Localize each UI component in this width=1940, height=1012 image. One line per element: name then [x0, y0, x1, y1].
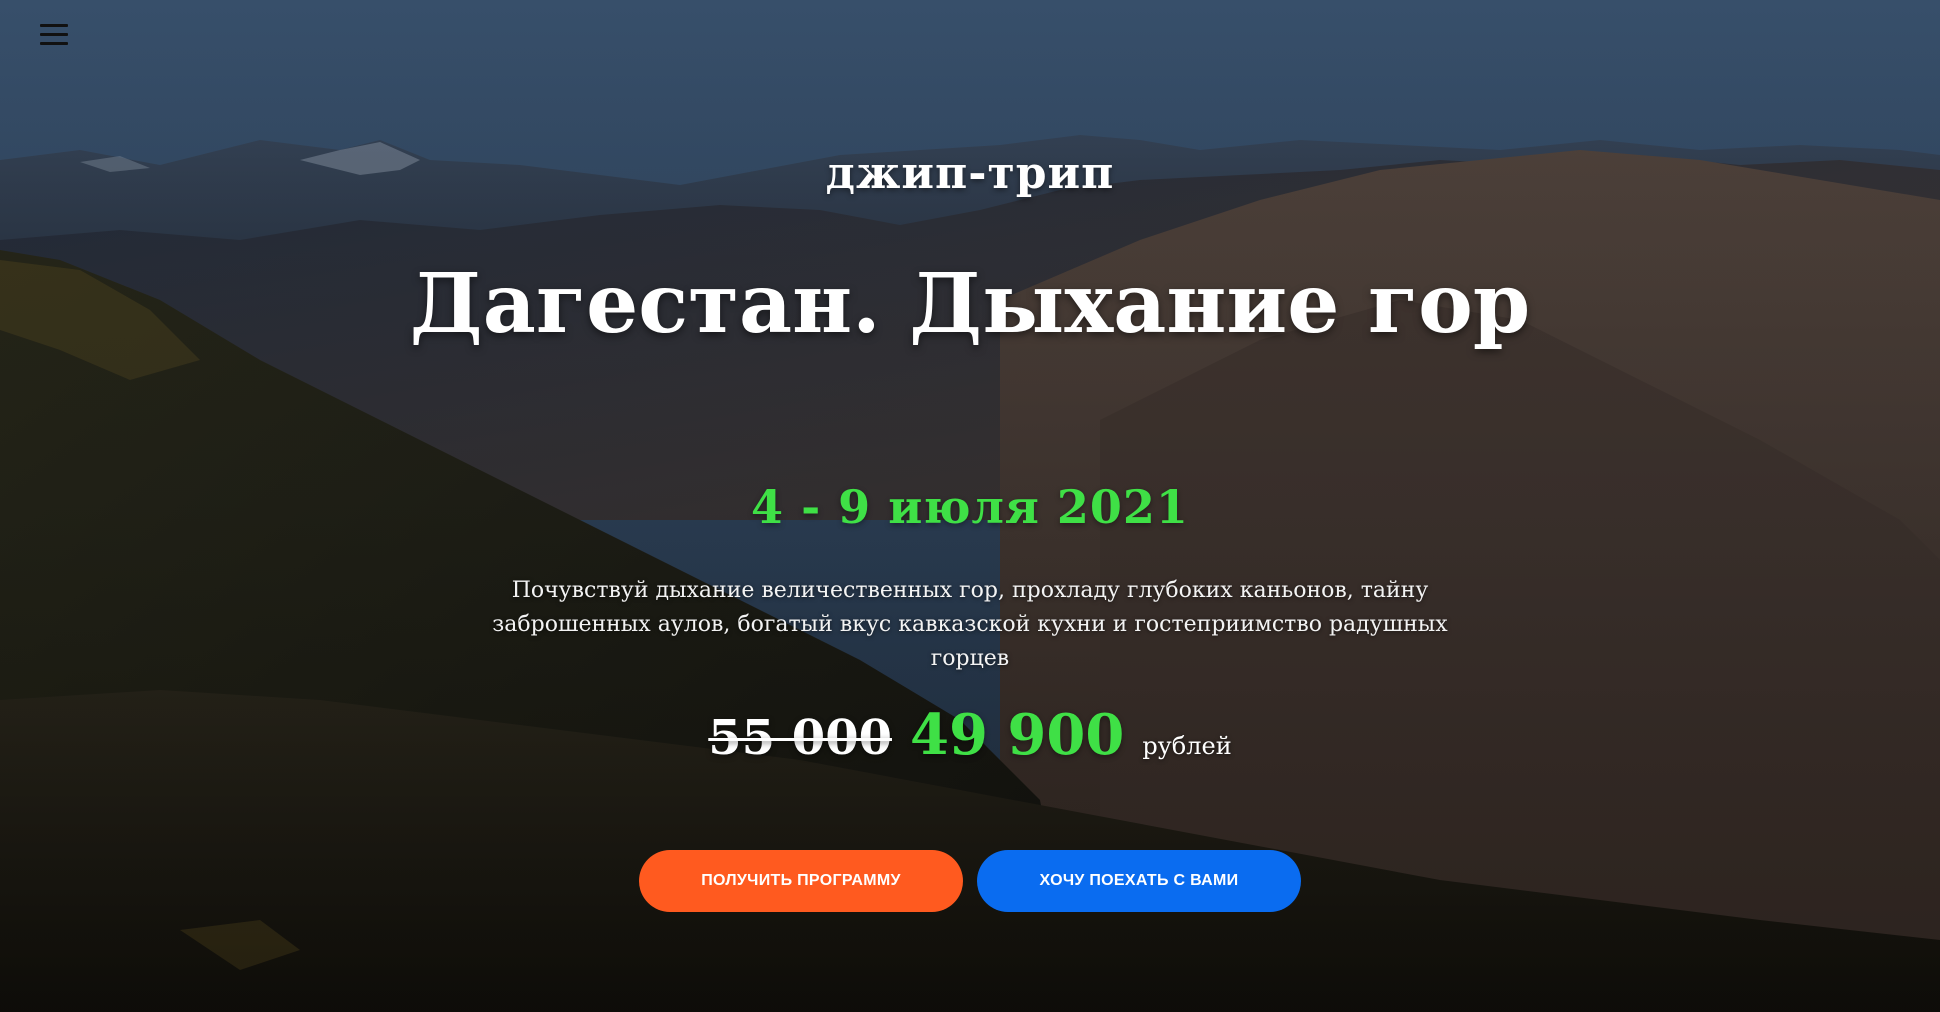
tour-description: Почувствуй дыхание величественных гор, п…	[470, 574, 1470, 676]
cta-buttons: ПОЛУЧИТЬ ПРОГРАММУ ХОЧУ ПОЕХАТЬ С ВАМИ	[0, 850, 1940, 912]
currency-label: рублей	[1142, 732, 1232, 760]
hero-section: джип-трип Дагестан. Дыхание гор 4 - 9 ию…	[0, 0, 1940, 1012]
old-price: 55 000	[708, 710, 892, 766]
description-line: заброшенных аулов, богатый вкус кавказск…	[492, 612, 1448, 671]
tour-type-subtitle: джип-трип	[825, 148, 1115, 199]
join-trip-button[interactable]: ХОЧУ ПОЕХАТЬ С ВАМИ	[977, 850, 1301, 912]
new-price: 49 900	[909, 702, 1125, 768]
menu-bar	[40, 24, 68, 27]
description-line: Почувствуй дыхание величественных гор, п…	[511, 578, 1429, 603]
hamburger-menu-icon[interactable]	[40, 24, 70, 46]
menu-bar	[40, 33, 68, 36]
tour-dates: 4 - 9 июля 2021	[751, 480, 1189, 534]
price-block: 55 000 49 900 рублей	[0, 702, 1940, 768]
get-program-button[interactable]: ПОЛУЧИТЬ ПРОГРАММУ	[639, 850, 963, 912]
menu-bar	[40, 42, 68, 45]
page-title: Дагестан. Дыхание гор	[409, 256, 1531, 352]
